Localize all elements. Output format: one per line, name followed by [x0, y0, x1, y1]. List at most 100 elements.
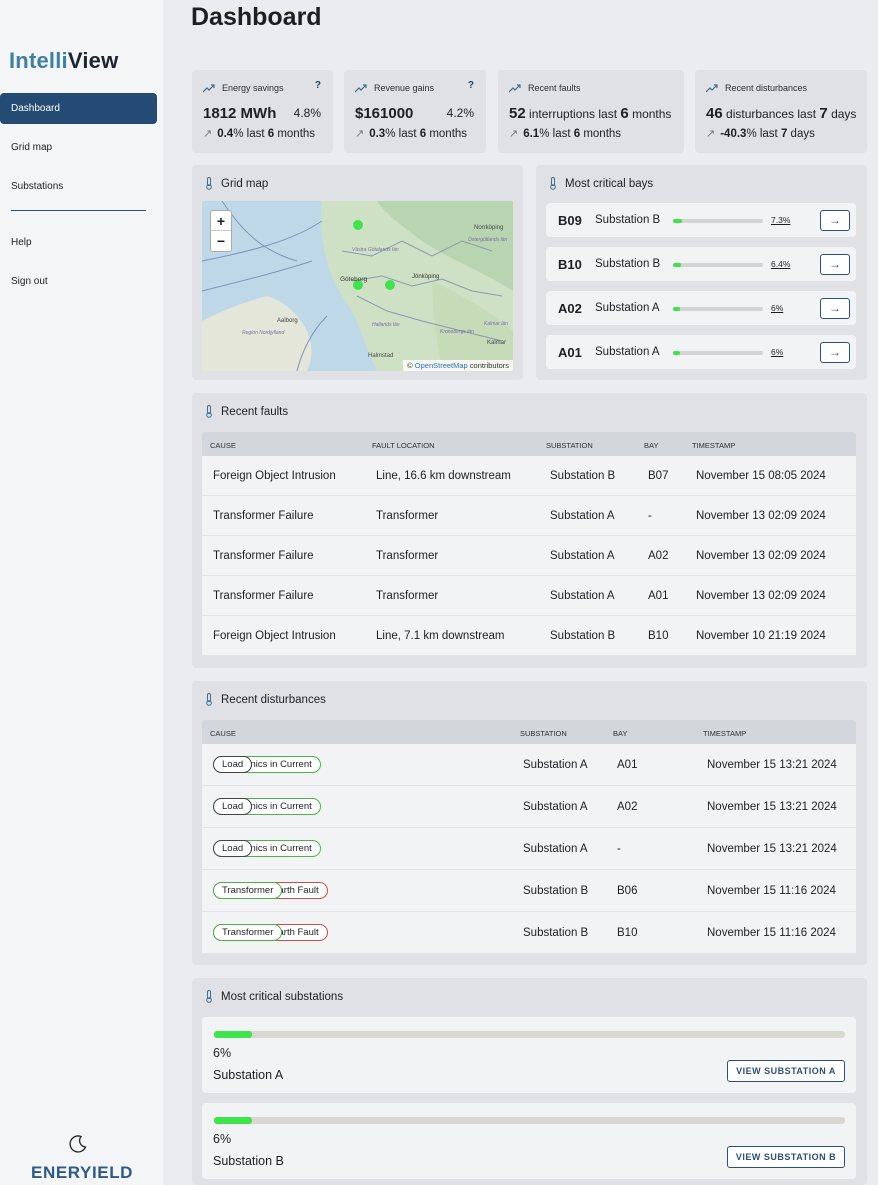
cause-tag: Load [213, 840, 253, 857]
map-tiles: Norrköping Göteborg Jönköping Aalborg Ha… [202, 201, 513, 371]
column-header-bay[interactable]: BAY [644, 441, 658, 450]
fault-timestamp: November 15 08:05 2024 [696, 470, 826, 482]
table-row[interactable]: Harmonics in Current Load Substation A A02 N… [202, 786, 856, 828]
disturbance-substation: Substation A [523, 843, 588, 855]
help-icon[interactable]: ? [315, 80, 321, 91]
table-row[interactable]: Foreign Object Intrusion Line, 16.6 km do… [202, 456, 856, 496]
disturbance-bay: A02 [617, 801, 638, 813]
table-row[interactable]: Harmonics in Current Load Substation A A01 N… [202, 744, 856, 786]
column-header-fault-location[interactable]: FAULT LOCATION [372, 441, 435, 450]
map-marker[interactable] [385, 280, 395, 290]
map-marker[interactable] [353, 220, 363, 230]
stat-title-text: Energy savings [222, 83, 284, 93]
moon-icon[interactable] [68, 1134, 88, 1154]
change-unit: months [274, 127, 316, 140]
table-row[interactable]: Transformer Failure Transformer Substation… [202, 576, 856, 616]
trend-up-icon [509, 83, 521, 92]
card-title: Recent disturbances [205, 693, 326, 706]
stat-title-text: Revenue gains [374, 83, 435, 93]
disturbance-timestamp: November 15 13:21 2024 [707, 843, 837, 855]
openstreetmap-link[interactable]: OpenStreetMap [415, 361, 468, 370]
stat-change: ↗ 0.3% last 6 months [355, 127, 467, 141]
zoom-in-button[interactable]: + [211, 211, 231, 231]
column-header-bay[interactable]: BAY [613, 729, 627, 738]
stat-value-number: 52 [509, 105, 526, 122]
table-row[interactable]: Foreign Object Intrusion Line, 7.1 km dow… [202, 616, 856, 656]
zoom-out-button[interactable]: − [211, 231, 231, 251]
sidebar-item-grid-map[interactable]: Grid map [0, 132, 157, 163]
column-header-timestamp[interactable]: TIMESTAMP [703, 729, 746, 738]
fault-cause: Foreign Object Intrusion [213, 630, 336, 642]
column-header-substation[interactable]: SUBSTATION [546, 441, 593, 450]
fault-location: Line, 7.1 km downstream [376, 630, 505, 642]
table-row[interactable]: Harmonics in Current Load Substation A - Nov… [202, 828, 856, 870]
view-substation-b-button[interactable]: VIEW SUBSTATION B [727, 1146, 845, 1168]
fault-location: Transformer [376, 510, 439, 522]
column-header-cause[interactable]: CAUSE [210, 441, 236, 450]
table-row[interactable]: Transformer Failure Transformer Substation… [202, 536, 856, 576]
fault-bay: A01 [648, 590, 669, 602]
map-label: Göteborg [340, 276, 367, 283]
trend-up-icon [355, 83, 367, 92]
card-title-text: Recent faults [221, 405, 289, 418]
attribution-prefix: © [407, 361, 415, 370]
bay-row: A01 Substation A 6% → [546, 335, 856, 369]
app-logo[interactable]: IntelliView [9, 48, 118, 74]
trend-up-icon [203, 83, 215, 92]
bay-code: B09 [558, 213, 582, 228]
table-row[interactable]: TransientIntermittent Earth FaultTransfo… [202, 870, 856, 912]
substation-progress-fill [214, 1117, 252, 1124]
arrow-right-button[interactable]: → [820, 254, 850, 275]
arrow-right-button[interactable]: → [820, 210, 850, 231]
substation-progress-bar [214, 1117, 845, 1124]
change-percent: 0.4 [217, 127, 234, 140]
view-substation-a-button[interactable]: VIEW SUBSTATION A [727, 1060, 845, 1082]
sidebar-item-substations[interactable]: Substations [0, 171, 157, 202]
trend-up-icon [706, 83, 718, 92]
map-attribution: © OpenStreetMap contributors [403, 360, 513, 371]
fault-location: Line, 16.6 km downstream [376, 470, 511, 482]
stat-card-energy-savings: Energy savings ? 1812 MWh 4.8% ↗ 0.4% las… [192, 70, 333, 153]
arrow-right-button[interactable]: → [820, 298, 850, 319]
sidebar-item-sign-out[interactable]: Sign out [0, 266, 157, 297]
bay-progress-fill [673, 351, 681, 355]
bay-code: A02 [558, 301, 582, 316]
arrow-up-right-icon: ↗ [509, 128, 519, 140]
map-label: Kalmar [487, 340, 506, 346]
stat-value-text: disturbances last [722, 107, 820, 121]
thermometer-icon [206, 990, 212, 1003]
arrow-right-button[interactable]: → [820, 342, 850, 363]
bay-percent: 6.4% [771, 259, 791, 269]
bay-substation: Substation A [595, 302, 660, 314]
help-icon[interactable]: ? [468, 80, 474, 91]
map-label: Jönköping [412, 274, 439, 280]
column-header-substation[interactable]: SUBSTATION [520, 729, 567, 738]
table-row[interactable]: TransientIntermittent Earth FaultTransfo… [202, 912, 856, 954]
fault-substation: Substation B [550, 630, 616, 642]
table-row[interactable]: Transformer Failure Transformer Substation… [202, 496, 856, 536]
change-mid: % last [233, 127, 268, 140]
change-mid: % last [746, 127, 781, 140]
bay-code: B10 [558, 257, 582, 272]
column-header-cause[interactable]: CAUSE [210, 729, 236, 738]
stat-value-number: 46 [706, 105, 723, 122]
sidebar-item-dashboard[interactable]: Dashboard [0, 93, 157, 124]
map-label: Hallands län [372, 322, 400, 328]
stat-card-recent-disturbances: Recent disturbances 46 disturbances last… [695, 70, 867, 153]
cause-tag: Transformer [213, 882, 283, 899]
disturbance-timestamp: November 15 13:21 2024 [707, 759, 837, 771]
sidebar-item-help[interactable]: Help [0, 227, 157, 258]
grid-map[interactable]: Norrköping Göteborg Jönköping Aalborg Ha… [202, 201, 513, 371]
stat-value-number: $161000 [355, 105, 414, 122]
fault-timestamp: November 13 02:09 2024 [696, 550, 826, 562]
disturbance-bay: A01 [617, 759, 638, 771]
bay-progress-fill [673, 219, 682, 223]
substation-row: 6% Substation A VIEW SUBSTATION A [202, 1017, 856, 1093]
column-header-timestamp[interactable]: TIMESTAMP [692, 441, 735, 450]
change-percent: 6.1 [523, 127, 540, 140]
change-unit: days [787, 127, 815, 140]
card-title: Recent faults [205, 405, 288, 418]
stat-percent: 4.8% [293, 106, 321, 120]
disturbance-bay: - [617, 843, 621, 855]
disturbance-substation: Substation B [523, 885, 589, 897]
